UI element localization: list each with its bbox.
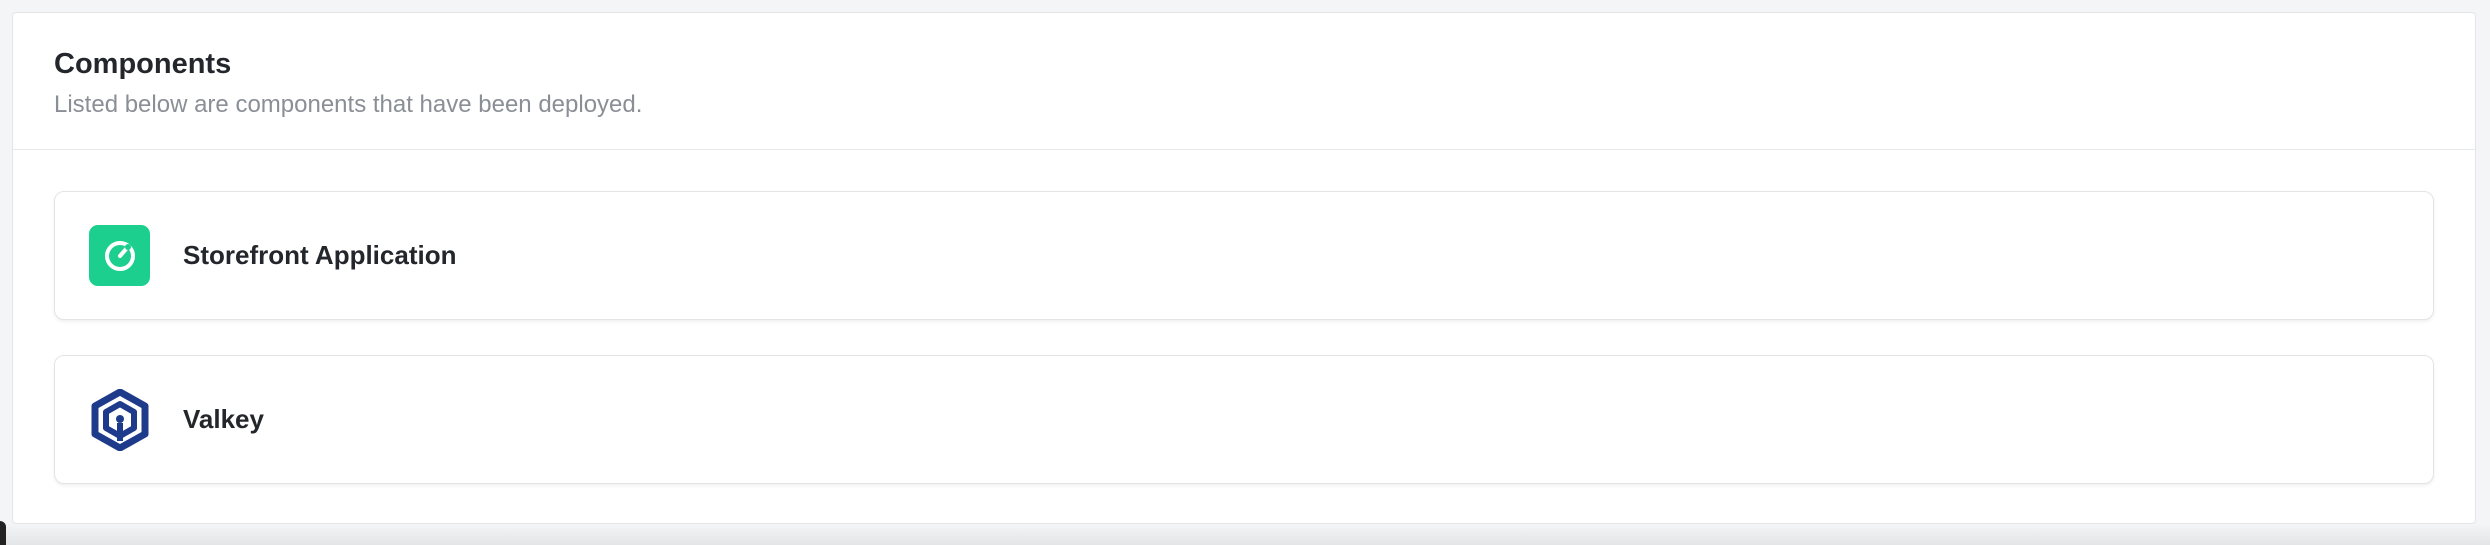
window-corner: [0, 521, 6, 545]
components-list: Storefront Application Valkey: [13, 150, 2475, 484]
component-name: Valkey: [183, 404, 264, 434]
page-bottom-edge: [0, 524, 2490, 545]
storefront-app-icon: [89, 225, 150, 286]
component-card-valkey[interactable]: Valkey: [54, 355, 2434, 484]
components-panel: Components Listed below are components t…: [12, 12, 2476, 524]
panel-subtitle: Listed below are components that have be…: [54, 91, 643, 118]
valkey-logo-icon: [89, 388, 150, 451]
panel-header: Components Listed below are components t…: [13, 13, 2475, 150]
component-name: Storefront Application: [183, 240, 457, 270]
component-card-storefront[interactable]: Storefront Application: [54, 191, 2434, 320]
panel-title: Components: [54, 48, 232, 80]
